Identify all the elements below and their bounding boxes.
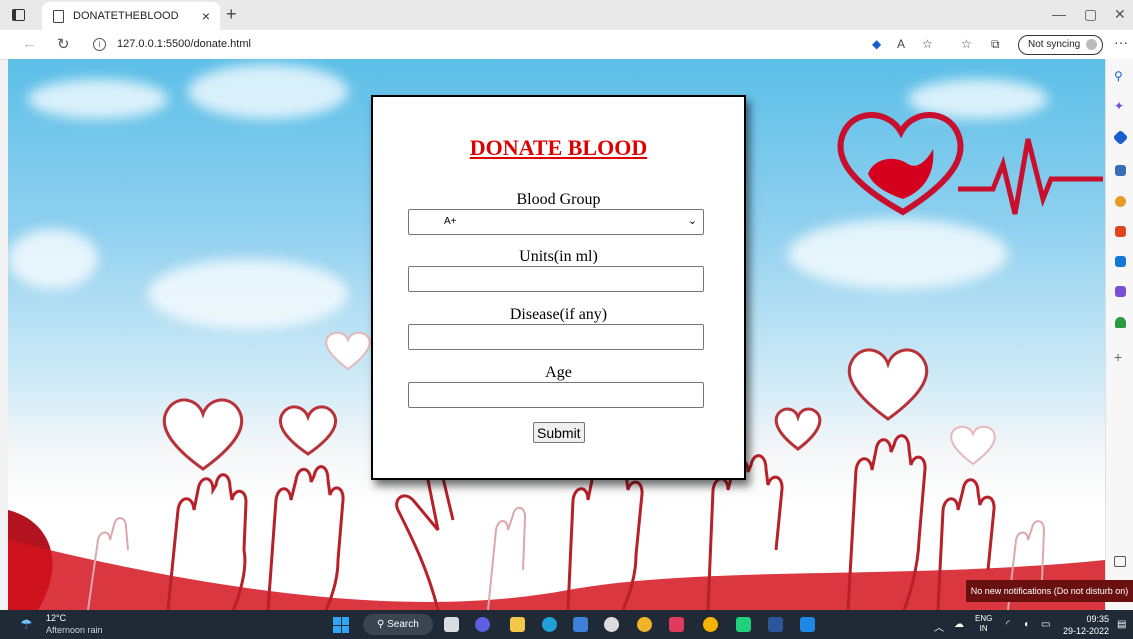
sidebar-toggle-icon[interactable]	[1114, 556, 1126, 567]
photos-icon[interactable]	[637, 617, 652, 632]
disease-input[interactable]	[408, 324, 704, 350]
cloud	[188, 64, 348, 119]
chat-icon[interactable]	[475, 617, 490, 632]
word-icon[interactable]	[768, 617, 783, 632]
restore-button[interactable]: ▢	[1084, 6, 1097, 23]
cloud-icon[interactable]: ☁	[954, 619, 964, 630]
cloud	[788, 219, 1008, 289]
search-icon[interactable]: ⚲	[1114, 69, 1123, 83]
tab-close-icon[interactable]: ×	[202, 8, 210, 24]
weather-description[interactable]: Afternoon rain	[46, 625, 103, 635]
address-bar: ← ↻ i 127.0.0.1:5500/donate.html ◆ A ☆ ☆…	[0, 30, 1133, 60]
donate-form-panel: DONATE BLOOD Blood Group A+ ⌄ Units(in m…	[371, 95, 746, 480]
app-icon[interactable]	[604, 617, 619, 632]
store-icon[interactable]	[573, 617, 588, 632]
units-input[interactable]	[408, 266, 704, 292]
disease-label: Disease(if any)	[509, 306, 608, 323]
region-code: IN	[979, 624, 988, 633]
taskbar-search[interactable]: ⚲ Search	[363, 614, 433, 635]
language-indicator[interactable]: ENG IN	[975, 614, 992, 634]
battery-icon[interactable]: ▭	[1041, 619, 1050, 630]
collections-icon[interactable]: ⧉	[991, 37, 1000, 52]
heart-logo-icon	[837, 112, 1103, 216]
page-title: DONATE BLOOD	[469, 135, 648, 160]
new-tab-button[interactable]: +	[226, 4, 237, 25]
info-icon[interactable]: i	[93, 38, 106, 51]
language-code: ENG	[975, 614, 993, 623]
submit-button[interactable]: Submit	[533, 422, 585, 443]
games-icon[interactable]	[1115, 196, 1126, 207]
mcafee-icon[interactable]	[669, 617, 684, 632]
blood-group-select[interactable]: A+ ⌄	[408, 209, 704, 235]
sync-button[interactable]: Not syncing	[1018, 35, 1104, 55]
designer-icon[interactable]	[1115, 286, 1126, 297]
edge-icon[interactable]	[542, 617, 557, 632]
avatar	[1086, 39, 1098, 50]
vscode-icon[interactable]	[800, 617, 815, 632]
file-explorer-icon[interactable]	[510, 617, 525, 632]
show-hidden-icons-icon[interactable]: ︿	[934, 619, 944, 634]
volume-icon[interactable]: ◖	[1023, 619, 1029, 630]
browser-tab[interactable]: DONATETHEBLOOD ×	[42, 2, 220, 30]
edge-sidebar: ⚲ ✦ +	[1105, 59, 1133, 610]
umbrella-icon[interactable]: ☂	[20, 616, 33, 633]
units-label: Units(in ml)	[519, 248, 598, 265]
more-menu-icon[interactable]: ···	[1114, 34, 1128, 50]
tab-title: DONATETHEBLOOD	[73, 10, 179, 22]
shopping-icon[interactable]	[1112, 129, 1129, 146]
tab-actions-icon[interactable]	[8, 6, 28, 24]
add-icon[interactable]: +	[1114, 349, 1122, 365]
cloud	[28, 79, 168, 119]
refresh-icon[interactable]: ↻	[57, 35, 70, 53]
time: 09:35	[1086, 614, 1110, 624]
page-icon	[53, 9, 64, 23]
search-label: Search	[387, 619, 419, 630]
office-icon[interactable]	[1115, 226, 1126, 237]
chevron-down-icon: ⌄	[687, 215, 697, 227]
taskbar: ☂ 12°C Afternoon rain ⚲ Search ︿ ☁ ENG I…	[0, 610, 1133, 639]
task-view-icon[interactable]	[444, 617, 459, 632]
sync-label: Not syncing	[1028, 39, 1081, 50]
blood-group-value: A+	[444, 216, 457, 227]
read-aloud-icon[interactable]: A	[897, 37, 905, 51]
temperature[interactable]: 12°C	[46, 613, 66, 623]
pycharm-icon[interactable]	[736, 617, 751, 632]
age-label: Age	[545, 364, 572, 381]
windows-start-icon[interactable]	[333, 617, 349, 633]
copilot-icon[interactable]: ✦	[1114, 99, 1124, 113]
page-viewport: DONATE BLOOD Blood Group A+ ⌄ Units(in m…	[8, 59, 1105, 610]
outlook-icon[interactable]	[1115, 256, 1126, 267]
cloud	[8, 229, 98, 289]
close-window-button[interactable]: ✕	[1114, 6, 1126, 23]
tools-icon[interactable]	[1115, 165, 1126, 176]
date: 29-12-2022	[1063, 626, 1110, 636]
back-icon[interactable]: ←	[22, 35, 37, 52]
shopping-tag-icon[interactable]: ◆	[872, 37, 881, 51]
blood-group-label: Blood Group	[516, 191, 601, 208]
cloud	[148, 259, 348, 329]
tab-bar: DONATETHEBLOOD × + — ▢ ✕	[0, 0, 1133, 30]
minimize-button[interactable]: —	[1052, 6, 1066, 22]
favorite-add-icon[interactable]: ☆	[922, 37, 933, 51]
search-icon: ⚲	[377, 619, 388, 630]
chrome-icon[interactable]	[703, 617, 718, 632]
favorites-icon[interactable]: ☆	[961, 37, 972, 51]
notification-toast: No new notifications (Do not disturb on)	[966, 580, 1133, 602]
wifi-icon[interactable]: ◜	[1006, 619, 1010, 630]
notification-icon[interactable]: ▤	[1117, 619, 1126, 630]
tree-icon[interactable]	[1115, 317, 1126, 328]
age-input[interactable]	[408, 382, 704, 408]
clock[interactable]: 09:35 29-12-2022	[1063, 613, 1109, 637]
url-field[interactable]: 127.0.0.1:5500/donate.html	[117, 38, 251, 50]
